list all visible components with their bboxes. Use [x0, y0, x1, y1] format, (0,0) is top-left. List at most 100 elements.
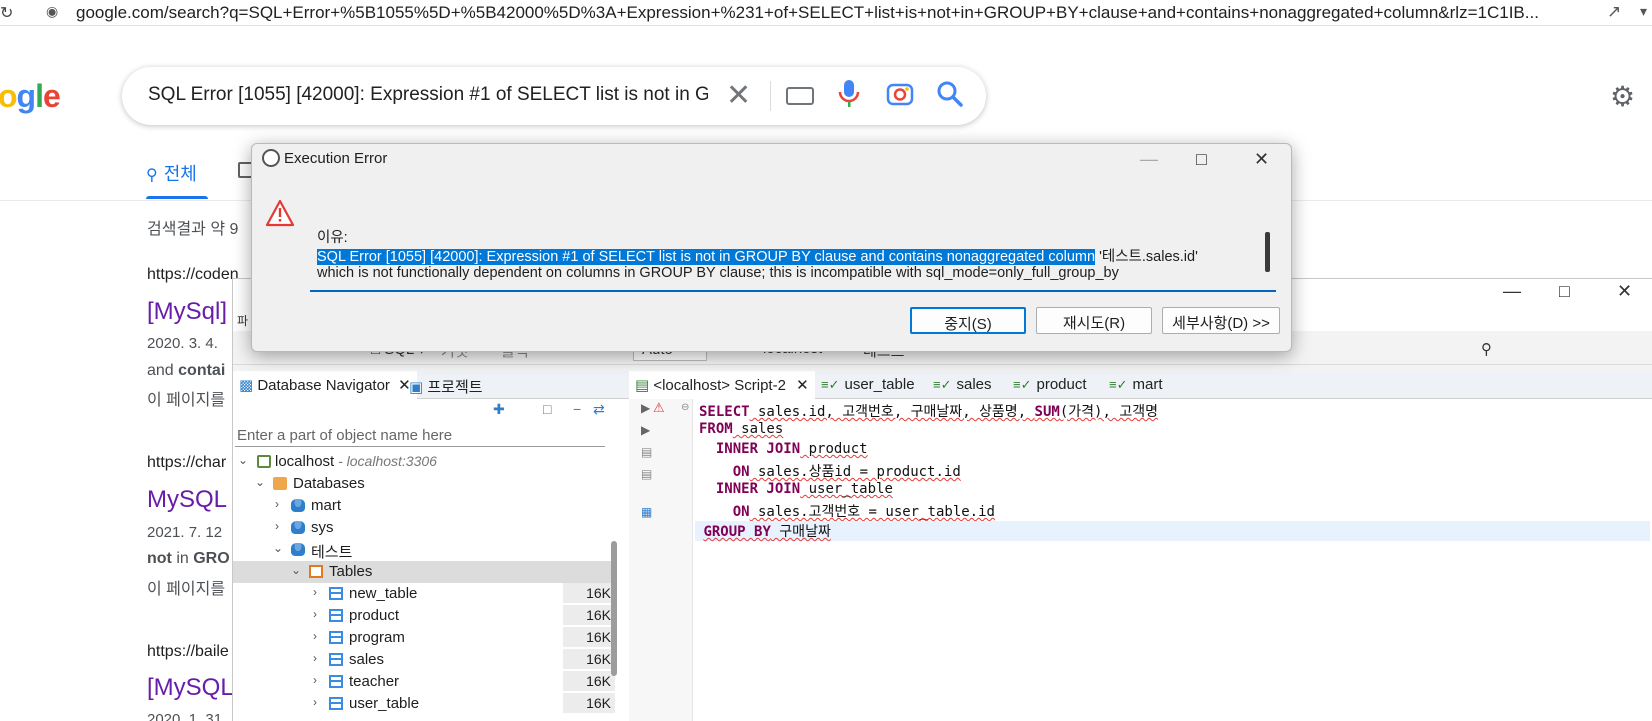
lens-camera-icon[interactable] [886, 80, 914, 113]
table-icon [329, 587, 343, 600]
tree-item-sys[interactable]: › sys [233, 517, 613, 539]
translate-link[interactable]: 이 페이지를 [147, 575, 225, 599]
tree-item-mart[interactable]: › mart [233, 495, 613, 517]
tree-item-table[interactable]: › program 16K [233, 627, 615, 649]
fold-icon[interactable]: ⊖ [681, 402, 689, 413]
stop-button[interactable]: 중지(S) [910, 307, 1026, 334]
explain-plan-icon[interactable]: ▤ [641, 445, 652, 459]
code-line[interactable]: SELECT sales.id, 고객번호, 구매날짜, 상품명, SUM(가격… [699, 401, 1158, 421]
error-message-box[interactable]: 이유: SQL Error [1055] [42000]: Expression… [310, 202, 1276, 292]
tree-item-tables[interactable]: ⌄ Tables [233, 561, 613, 583]
tree-item-databases[interactable]: ⌄ Databases [233, 473, 613, 495]
clear-icon[interactable]: ✕ [726, 78, 751, 113]
chevron-right-icon[interactable]: › [313, 607, 317, 621]
tree-item-localhost[interactable]: ⌄ localhost - localhost:3306 [233, 451, 613, 473]
result-title[interactable]: [MySQL [147, 674, 234, 702]
export-icon[interactable]: ▤ [641, 467, 652, 481]
chevron-right-icon[interactable]: › [313, 585, 317, 599]
minimize-icon[interactable]: — [1503, 281, 1521, 302]
chevron-right-icon[interactable]: › [313, 651, 317, 665]
chevron-right-icon[interactable]: › [313, 695, 317, 709]
google-logo[interactable]: ogle [0, 78, 61, 115]
code-line-current[interactable]: GROUP BY 구매날짜 [695, 521, 1650, 541]
new-connection-icon[interactable]: ✚ [493, 401, 505, 418]
url-text[interactable]: google.com/search?q=SQL+Error+%5B1055%5D… [76, 3, 1596, 23]
reason-label: 이유: [317, 230, 348, 246]
translate-link[interactable]: 이 페이지를 [147, 386, 225, 410]
close-icon[interactable]: ✕ [1617, 281, 1632, 302]
chevron-right-icon[interactable]: › [275, 497, 279, 511]
chevron-down-icon[interactable]: ⌄ [273, 541, 283, 555]
result-url[interactable]: https://char [147, 454, 226, 472]
chevron-right-icon[interactable]: › [313, 629, 317, 643]
close-icon[interactable]: ✕ [1254, 149, 1269, 170]
project-icon: ▣ [409, 379, 428, 396]
search-icon[interactable] [935, 79, 965, 114]
code-line[interactable]: INNER JOIN product [699, 441, 868, 457]
error-message-line1[interactable]: SQL Error [1055] [42000]: Expression #1 … [317, 245, 1198, 266]
keyboard-icon[interactable] [786, 87, 814, 105]
result-url[interactable]: https://coden [147, 266, 239, 284]
tab-sales[interactable]: ≡✓ sales [927, 371, 998, 399]
tab-all[interactable]: ⚲ 전체 [146, 160, 197, 186]
result-title[interactable]: [MySql] [147, 298, 227, 326]
details-button[interactable]: 세부사항(D) >> [1162, 307, 1280, 334]
gear-icon[interactable]: ⚙ [1610, 80, 1635, 113]
database-navigator-panel: ▩ Database Navigator ✕ ▣ 프로젝트 ✚ □ − ⇄ En… [233, 371, 637, 721]
table-icon [329, 697, 343, 710]
tree-item-table[interactable]: › product 16K [233, 605, 615, 627]
console-icon[interactable]: ▦ [641, 505, 652, 519]
code-line[interactable]: FROM sales [699, 421, 783, 437]
minimize-icon: — [1140, 149, 1158, 169]
search-box[interactable]: SQL Error [1055] [42000]: Expression #1 … [122, 67, 986, 125]
chevron-down-icon[interactable]: ⌄ [291, 563, 301, 577]
dialog-title: Execution Error [262, 149, 387, 175]
navigator-scrollbar[interactable] [611, 541, 617, 676]
table-editor-icon: ≡✓ [1013, 377, 1032, 392]
chevron-down-icon[interactable]: ⌄ [238, 453, 248, 467]
tab-mart[interactable]: ≡✓ mart [1103, 371, 1168, 399]
collapse-all-icon[interactable]: − [573, 401, 581, 417]
tab-product[interactable]: ≡✓ product [1007, 371, 1093, 399]
chevron-right-icon[interactable]: › [275, 519, 279, 533]
tab-projects[interactable]: ▣ 프로젝트 [403, 371, 489, 399]
error-marker-icon[interactable]: ⚠ [653, 400, 665, 416]
link-with-editor-icon[interactable]: ⇄ [593, 401, 605, 418]
maximize-icon[interactable]: □ [1196, 149, 1207, 170]
share-icon[interactable]: ↗ [1607, 2, 1621, 22]
search-input[interactable]: SQL Error [1055] [42000]: Expression #1 … [148, 84, 708, 106]
microphone-icon[interactable] [838, 79, 860, 114]
tab-script-2[interactable]: ▤ <localhost> Script-2 ✕ [629, 371, 815, 399]
tree-item-table[interactable]: › new_table 16K [233, 583, 615, 605]
search-icon[interactable]: ⚲ [1481, 340, 1492, 358]
execute-icon[interactable]: ▶ [641, 401, 650, 415]
tree-item-table[interactable]: › teacher 16K [233, 671, 615, 693]
code-line[interactable]: ON sales.고객번호 = user_table.id [699, 501, 995, 521]
tree-item-table[interactable]: › sales 16K [233, 649, 615, 671]
object-filter-input[interactable]: Enter a part of object name here [235, 425, 605, 447]
retry-button[interactable]: 재시도(R) [1036, 307, 1152, 334]
folder-icon[interactable]: □ [543, 401, 551, 417]
tree-item-table[interactable]: › user_table 16K [233, 693, 615, 715]
site-info-icon[interactable]: ◉ [46, 3, 58, 20]
chevron-right-icon[interactable]: › [313, 673, 317, 687]
error-message-line2[interactable]: which is not functionally dependent on c… [317, 265, 1119, 281]
result-title[interactable]: MySQL [147, 486, 227, 514]
tab-database-navigator[interactable]: ▩ Database Navigator ✕ [233, 371, 417, 399]
result-count: 검색결과 약 9 [147, 221, 239, 238]
code-line[interactable]: ON sales.상품id = product.id [699, 461, 961, 481]
close-icon[interactable]: ✕ [796, 377, 809, 394]
chevron-down-icon[interactable]: ⌄ [255, 475, 265, 489]
table-icon [329, 631, 343, 644]
maximize-icon[interactable]: □ [1559, 281, 1570, 302]
code-line[interactable]: INNER JOIN user_table [699, 481, 893, 497]
result-url[interactable]: https://baile [147, 643, 229, 661]
tab-user-table[interactable]: ≡✓ user_table [815, 371, 921, 399]
chevron-down-icon[interactable]: ▾ [1640, 3, 1647, 20]
reload-icon[interactable]: ↻ [0, 3, 13, 23]
tree-item-test[interactable]: ⌄ 테스트 [233, 539, 613, 561]
result-snippet: and contai [147, 362, 226, 379]
execute-script-icon[interactable]: ▶ [641, 423, 650, 437]
menu-item-file[interactable]: 파 [237, 312, 248, 329]
message-scrollbar[interactable] [1265, 232, 1270, 272]
